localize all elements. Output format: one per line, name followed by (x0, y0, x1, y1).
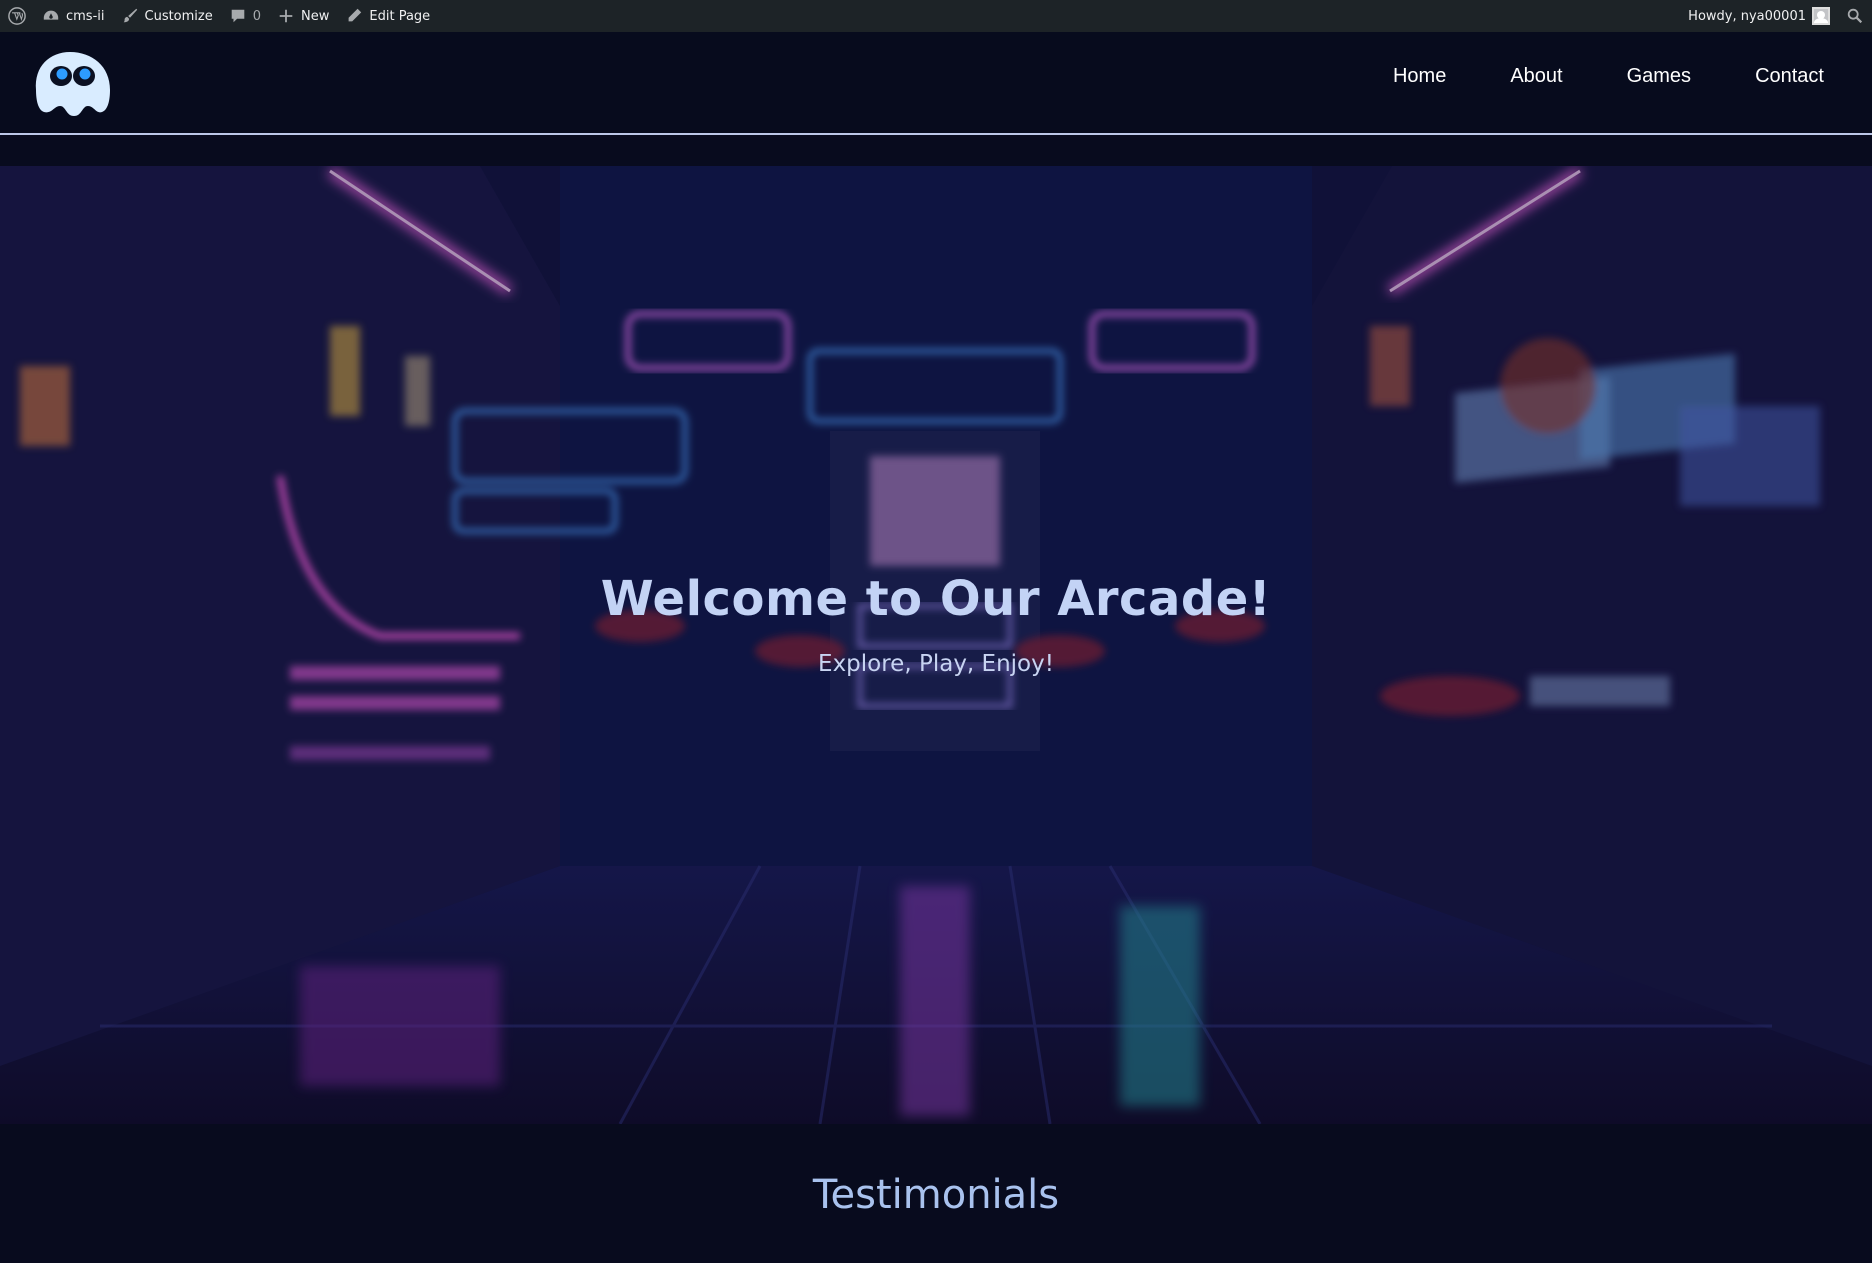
ghost-logo-icon[interactable] (30, 50, 112, 116)
admin-search-button[interactable] (1838, 0, 1872, 32)
customize-link[interactable]: Customize (113, 0, 221, 32)
site-header: Home About Games Contact (0, 32, 1872, 135)
testimonials-section: Testimonials (0, 1124, 1872, 1263)
comments-count: 0 (252, 8, 262, 24)
nav-games[interactable]: Games (1627, 65, 1691, 88)
site-name-menu[interactable]: cms-ii (34, 0, 113, 32)
nav-about[interactable]: About (1510, 65, 1562, 88)
greeting-text: Howdy, nya00001 (1688, 8, 1806, 24)
dashboard-icon (43, 10, 59, 20)
brush-icon (123, 8, 137, 23)
testimonials-heading: Testimonials (812, 1172, 1060, 1218)
new-content-menu[interactable]: New (269, 0, 337, 32)
pencil-icon (348, 8, 362, 22)
hero-subtitle: Explore, Play, Enjoy! (818, 651, 1054, 677)
my-account-menu[interactable]: Howdy, nya00001 (1680, 0, 1838, 32)
edit-page-link[interactable]: Edit Page (337, 0, 438, 32)
main-navigation: Home About Games Contact (1393, 32, 1824, 120)
edit-page-label: Edit Page (369, 8, 431, 24)
customize-label: Customize (144, 8, 213, 24)
hero-banner: Welcome to Our Arcade! Explore, Play, En… (0, 166, 1872, 1124)
avatar (1812, 7, 1830, 25)
wordpress-logo-icon[interactable] (0, 0, 34, 32)
new-label: New (301, 8, 330, 24)
hero-title: Welcome to Our Arcade! (600, 571, 1272, 627)
plus-icon (279, 9, 293, 23)
comments-link[interactable]: 0 (221, 0, 269, 32)
search-icon (1847, 8, 1863, 24)
nav-home[interactable]: Home (1393, 65, 1446, 88)
comment-icon (231, 9, 245, 23)
site-name-label: cms-ii (66, 8, 105, 24)
nav-contact[interactable]: Contact (1755, 65, 1824, 88)
hero-text: Welcome to Our Arcade! Explore, Play, En… (0, 571, 1872, 677)
admin-bar: cms-ii Customize 0 New Edit Page Howdy, … (0, 0, 1872, 32)
